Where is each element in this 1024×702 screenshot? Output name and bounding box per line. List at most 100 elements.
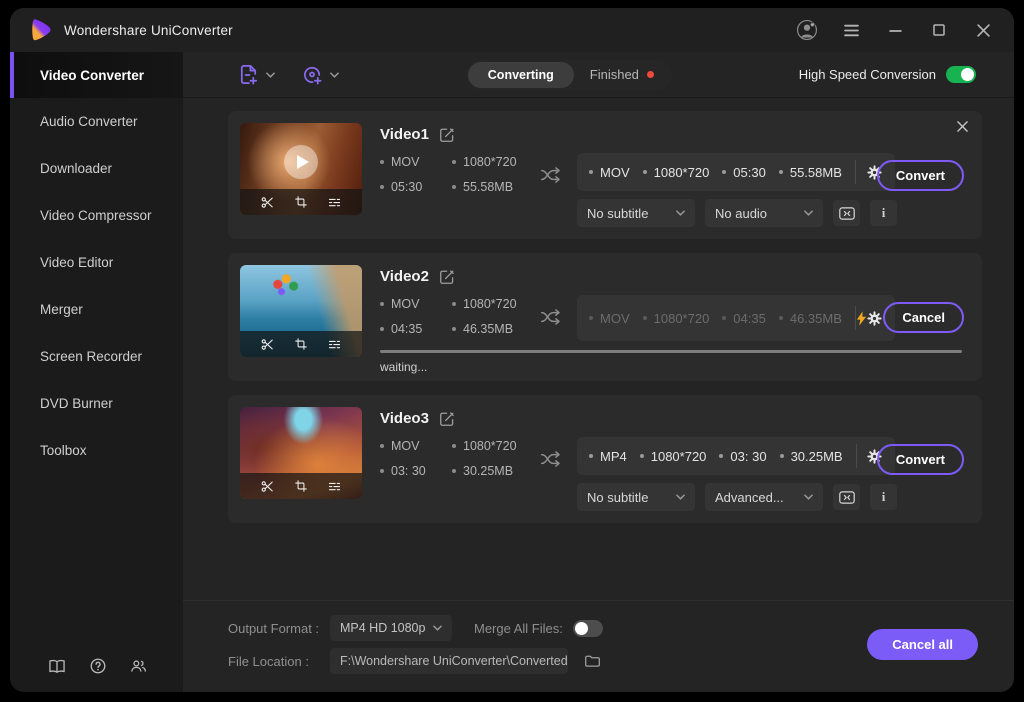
- progress-status: waiting...: [380, 360, 962, 374]
- chevron-down-icon: [676, 494, 685, 500]
- sidebar-item-label: Toolbox: [40, 443, 87, 458]
- subtitle-style-icon[interactable]: [833, 484, 860, 510]
- sidebar-item-dvd-burner[interactable]: DVD Burner: [10, 380, 183, 427]
- video-thumbnail[interactable]: [240, 123, 362, 215]
- source-resolution: 1080*720: [463, 439, 517, 453]
- minimize-icon[interactable]: [884, 19, 906, 41]
- effects-icon[interactable]: [327, 195, 342, 210]
- shuffle-icon: [540, 166, 563, 184]
- help-icon[interactable]: [90, 658, 106, 674]
- sidebar-item-downloader[interactable]: Downloader: [10, 145, 183, 192]
- file-location-label: File Location :: [228, 654, 328, 669]
- convert-button[interactable]: Convert: [877, 160, 964, 191]
- high-speed-label: High Speed Conversion: [799, 67, 936, 82]
- file-location-value: F:\Wondershare UniConverter\Converted: [340, 654, 568, 668]
- crop-icon[interactable]: [294, 337, 308, 351]
- source-duration: 04:35: [391, 322, 422, 336]
- sidebar-item-label: Video Converter: [40, 68, 144, 83]
- output-format-select[interactable]: MP4 HD 1080p: [330, 615, 452, 641]
- output-settings-box[interactable]: MOV 1080*720 05:30 55.58MB: [577, 153, 895, 191]
- maximize-icon[interactable]: [928, 19, 950, 41]
- open-folder-icon[interactable]: [584, 654, 601, 668]
- community-icon[interactable]: [130, 659, 147, 673]
- crop-icon[interactable]: [294, 195, 308, 209]
- output-format-value: MP4 HD 1080p: [340, 621, 425, 635]
- menu-icon[interactable]: [840, 19, 862, 41]
- video-thumbnail[interactable]: [240, 407, 362, 499]
- audio-select[interactable]: No audio: [705, 199, 823, 227]
- remove-task-icon[interactable]: [957, 121, 968, 132]
- task-row-video3: Video3 MOV 1080*720 03: 30 30.25MB: [228, 395, 982, 523]
- merge-all-files-toggle[interactable]: [573, 620, 603, 637]
- video-thumbnail[interactable]: [240, 265, 362, 357]
- target-size: 30.25MB: [791, 449, 843, 464]
- title-bar: Wondershare UniConverter: [10, 8, 1014, 52]
- edit-icon[interactable]: [439, 127, 455, 143]
- task-row-video1: Video1 MOV 1080*720 05:30 55.58MB: [228, 111, 982, 239]
- tab-converting[interactable]: Converting: [468, 62, 574, 88]
- sidebar-item-toolbox[interactable]: Toolbox: [10, 427, 183, 474]
- play-icon[interactable]: [284, 145, 318, 179]
- source-resolution: 1080*720: [463, 155, 517, 169]
- trim-icon[interactable]: [260, 337, 275, 352]
- output-format-label: Output Format :: [228, 621, 328, 636]
- subtitle-select[interactable]: No subtitle: [577, 483, 695, 511]
- trim-icon[interactable]: [260, 195, 275, 210]
- trim-icon[interactable]: [260, 479, 275, 494]
- edit-icon[interactable]: [439, 269, 455, 285]
- audio-select[interactable]: Advanced...: [705, 483, 823, 511]
- subtitle-style-icon[interactable]: [833, 200, 860, 226]
- sidebar-item-video-editor[interactable]: Video Editor: [10, 239, 183, 286]
- task-list: Video1 MOV 1080*720 05:30 55.58MB: [183, 98, 1014, 600]
- target-format: MOV: [600, 165, 630, 180]
- sidebar-item-video-compressor[interactable]: Video Compressor: [10, 192, 183, 239]
- add-files-button[interactable]: [237, 63, 275, 86]
- effects-icon[interactable]: [327, 337, 342, 352]
- effects-icon[interactable]: [327, 479, 342, 494]
- footer-bar: Output Format : MP4 HD 1080p Merge All F…: [183, 600, 1014, 692]
- sidebar-item-label: Merger: [40, 302, 83, 317]
- convert-button[interactable]: Convert: [877, 444, 964, 475]
- progress-bar: [380, 350, 962, 353]
- edit-icon[interactable]: [439, 411, 455, 427]
- cancel-button[interactable]: Cancel: [883, 302, 964, 333]
- crop-icon[interactable]: [294, 479, 308, 493]
- close-icon[interactable]: [972, 19, 994, 41]
- sidebar-item-label: DVD Burner: [40, 396, 113, 411]
- sidebar-item-label: Downloader: [40, 161, 112, 176]
- guide-icon[interactable]: [48, 659, 66, 674]
- info-icon[interactable]: i: [870, 484, 897, 510]
- tab-finished[interactable]: Finished: [574, 67, 670, 82]
- app-title: Wondershare UniConverter: [64, 23, 233, 38]
- chevron-down-icon: [433, 625, 442, 631]
- target-duration: 05:30: [733, 165, 766, 180]
- load-dvd-icon: [301, 63, 324, 86]
- audio-select-value: Advanced...: [715, 490, 784, 505]
- output-settings-box[interactable]: MOV 1080*720 04:35 46.35MB: [577, 295, 895, 341]
- chevron-down-icon: [676, 210, 685, 216]
- sidebar-item-video-converter[interactable]: Video Converter: [10, 52, 183, 98]
- target-size: 46.35MB: [790, 311, 842, 326]
- sidebar-item-label: Video Compressor: [40, 208, 152, 223]
- video-title: Video1: [380, 126, 429, 143]
- high-speed-toggle[interactable]: [946, 66, 976, 83]
- source-format: MOV: [391, 439, 419, 453]
- sidebar-item-screen-recorder[interactable]: Screen Recorder: [10, 333, 183, 380]
- target-resolution: 1080*720: [651, 449, 707, 464]
- output-settings-box[interactable]: MP4 1080*720 03: 30 30.25MB: [577, 437, 895, 475]
- source-resolution: 1080*720: [463, 297, 517, 311]
- subtitle-select[interactable]: No subtitle: [577, 199, 695, 227]
- chevron-down-icon: [804, 210, 813, 216]
- video-title: Video2: [380, 268, 429, 285]
- cancel-all-button[interactable]: Cancel all: [867, 629, 978, 660]
- target-size: 55.58MB: [790, 165, 842, 180]
- sidebar-item-merger[interactable]: Merger: [10, 286, 183, 333]
- sidebar-item-audio-converter[interactable]: Audio Converter: [10, 98, 183, 145]
- load-dvd-button[interactable]: [301, 63, 339, 86]
- chevron-down-icon: [330, 72, 339, 78]
- account-icon[interactable]: [796, 19, 818, 41]
- video-title: Video3: [380, 410, 429, 427]
- info-icon[interactable]: i: [870, 200, 897, 226]
- target-resolution: 1080*720: [654, 165, 710, 180]
- file-location-select[interactable]: F:\Wondershare UniConverter\Converted: [330, 648, 568, 674]
